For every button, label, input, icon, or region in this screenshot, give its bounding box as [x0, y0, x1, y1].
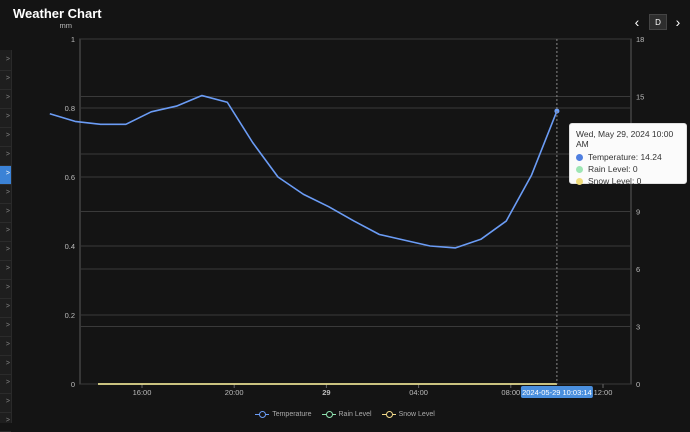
x-tick-label: 16:00: [133, 388, 152, 397]
temperature-legend-icon: [255, 410, 270, 418]
x-tick-label: 12:00: [594, 388, 613, 397]
snow-dot-icon: [576, 177, 583, 185]
chart-legend: Temperature Rain Level Snow Level: [0, 408, 690, 420]
left-tick-label: 0.2: [65, 311, 75, 320]
right-tick-label: 15: [636, 93, 644, 102]
left-tick-label: 0.8: [65, 104, 75, 113]
x-tick-label: 20:00: [225, 388, 244, 397]
x-tick-label: 29: [322, 388, 330, 397]
legend-item-snow-level[interactable]: Snow Level: [381, 408, 435, 420]
tooltip-rain-value: Rain Level: 0: [588, 164, 638, 174]
right-tick-label: 9: [636, 208, 640, 217]
legend-item-temperature[interactable]: Temperature: [255, 408, 312, 420]
rain-legend-icon: [321, 410, 336, 418]
tooltip-header: Wed, May 29, 2024 10:00 AM: [576, 129, 674, 149]
left-tick-label: 1: [71, 35, 75, 44]
tooltip-temperature-value: Temperature: 14.24: [588, 152, 662, 162]
temperature-dot-icon: [576, 153, 583, 161]
tooltip-row-rain: Rain Level: 0: [576, 164, 680, 174]
tooltip-row-snow: Snow Level: 0: [576, 176, 680, 186]
weather-chart[interactable]: 00.20.40.60.81mm036912151816:0020:002904…: [0, 0, 690, 423]
left-axis-unit: mm: [60, 21, 73, 30]
right-tick-label: 6: [636, 265, 640, 274]
crosshair-label: 2024-05-29 10:03:14: [522, 388, 592, 397]
x-tick-label: 04:00: [409, 388, 428, 397]
left-tick-label: 0.6: [65, 173, 75, 182]
right-tick-label: 3: [636, 323, 640, 332]
rain-dot-icon: [576, 165, 583, 173]
right-tick-label: 0: [636, 380, 640, 389]
left-tick-label: 0.4: [65, 242, 75, 251]
legend-label: Snow Level: [398, 410, 435, 418]
snow-legend-icon: [381, 410, 396, 418]
left-tick-label: 0: [71, 380, 75, 389]
tooltip-snow-value: Snow Level: 0: [588, 176, 642, 186]
chart-tooltip: Wed, May 29, 2024 10:00 AM Temperature: …: [569, 123, 687, 186]
legend-label: Rain Level: [338, 410, 372, 418]
tooltip-row-temperature: Temperature: 14.24: [576, 152, 680, 162]
x-tick-label: 08:00: [501, 388, 520, 397]
temperature-line: [49, 94, 558, 249]
legend-item-rain-level[interactable]: Rain Level: [321, 408, 372, 420]
right-tick-label: 18: [636, 35, 644, 44]
legend-label: Temperature: [272, 410, 312, 418]
